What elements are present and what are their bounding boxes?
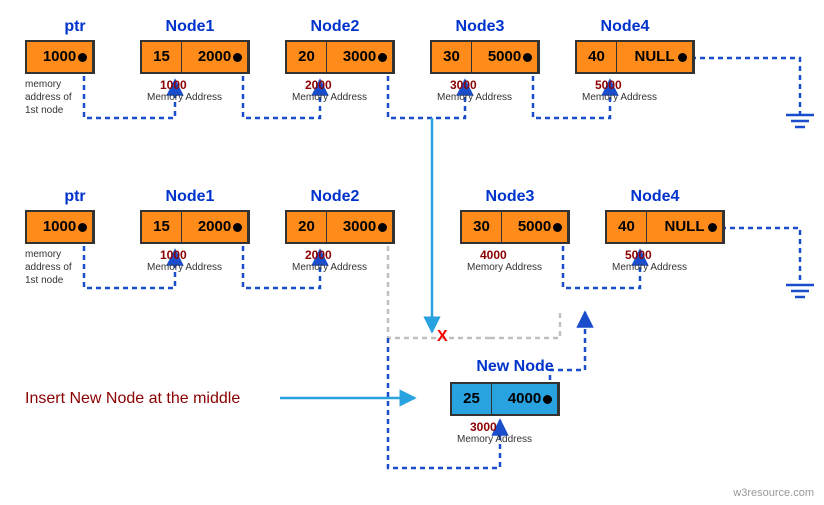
node1-dot-1: [233, 53, 242, 62]
node2-data-2: 20: [287, 212, 327, 242]
node4-label-1: Node4: [590, 18, 660, 36]
newnode-sub: Memory Address: [457, 434, 532, 445]
ptr-box-1: 1000: [25, 40, 95, 74]
node3-addr-2: 4000: [480, 248, 507, 262]
node2-dot-2: [378, 223, 387, 232]
newnode-data: 25: [452, 384, 492, 414]
node3-sub-1: Memory Address: [437, 92, 512, 103]
node4-dot-1: [678, 53, 687, 62]
node1-sub-1: Memory Address: [147, 92, 222, 103]
node1-addr-2: 1000: [160, 248, 187, 262]
node3-dot-2: [553, 223, 562, 232]
node3-dot-1: [523, 53, 532, 62]
ptr-dot-2: [78, 223, 87, 232]
node2-box-1: 20 3000: [285, 40, 395, 74]
newnode-addr: 3000: [470, 420, 497, 434]
ptr-label-1: ptr: [50, 18, 100, 36]
node3-data-1: 30: [432, 42, 472, 72]
node2-addr-1: 2000: [305, 78, 332, 92]
node1-dot-2: [233, 223, 242, 232]
node2-sub-1: Memory Address: [292, 92, 367, 103]
node1-data-1: 15: [142, 42, 182, 72]
break-x-icon: X: [437, 328, 448, 346]
node4-label-2: Node4: [620, 188, 690, 206]
node3-box-2: 30 5000: [460, 210, 570, 244]
node4-sub-1: Memory Address: [582, 92, 657, 103]
insert-caption: Insert New Node at the middle: [25, 390, 240, 408]
newnode-label: New Node: [465, 358, 565, 376]
node4-box-2: 40 NULL: [605, 210, 725, 244]
node1-box-1: 15 2000: [140, 40, 250, 74]
node2-addr-2: 2000: [305, 248, 332, 262]
node3-addr-1: 3000: [450, 78, 477, 92]
ptr-note-2: memoryaddress of1st node: [25, 248, 72, 287]
node1-sub-2: Memory Address: [147, 262, 222, 273]
node2-dot-1: [378, 53, 387, 62]
node3-sub-2: Memory Address: [467, 262, 542, 273]
newnode-dot: [543, 395, 552, 404]
node4-addr-2: 5000: [625, 248, 652, 262]
node2-label-2: Node2: [300, 188, 370, 206]
node1-box-2: 15 2000: [140, 210, 250, 244]
node4-addr-1: 5000: [595, 78, 622, 92]
ptr-note-1: memoryaddress of1st node: [25, 78, 72, 117]
node3-box-1: 30 5000: [430, 40, 540, 74]
node1-data-2: 15: [142, 212, 182, 242]
attribution: w3resource.com: [733, 487, 814, 499]
node1-label-2: Node1: [155, 188, 225, 206]
node4-data-2: 40: [607, 212, 647, 242]
node4-sub-2: Memory Address: [612, 262, 687, 273]
node2-data-1: 20: [287, 42, 327, 72]
node2-label-1: Node2: [300, 18, 370, 36]
ptr-label-2: ptr: [50, 188, 100, 206]
node1-label-1: Node1: [155, 18, 225, 36]
node2-sub-2: Memory Address: [292, 262, 367, 273]
node1-addr-1: 1000: [160, 78, 187, 92]
node2-box-2: 20 3000: [285, 210, 395, 244]
node3-label-2: Node3: [475, 188, 545, 206]
ptr-box-2: 1000: [25, 210, 95, 244]
ptr-dot-1: [78, 53, 87, 62]
node4-dot-2: [708, 223, 717, 232]
newnode-box: 25 4000: [450, 382, 560, 416]
node4-data-1: 40: [577, 42, 617, 72]
node3-label-1: Node3: [445, 18, 515, 36]
node4-box-1: 40 NULL: [575, 40, 695, 74]
node3-data-2: 30: [462, 212, 502, 242]
